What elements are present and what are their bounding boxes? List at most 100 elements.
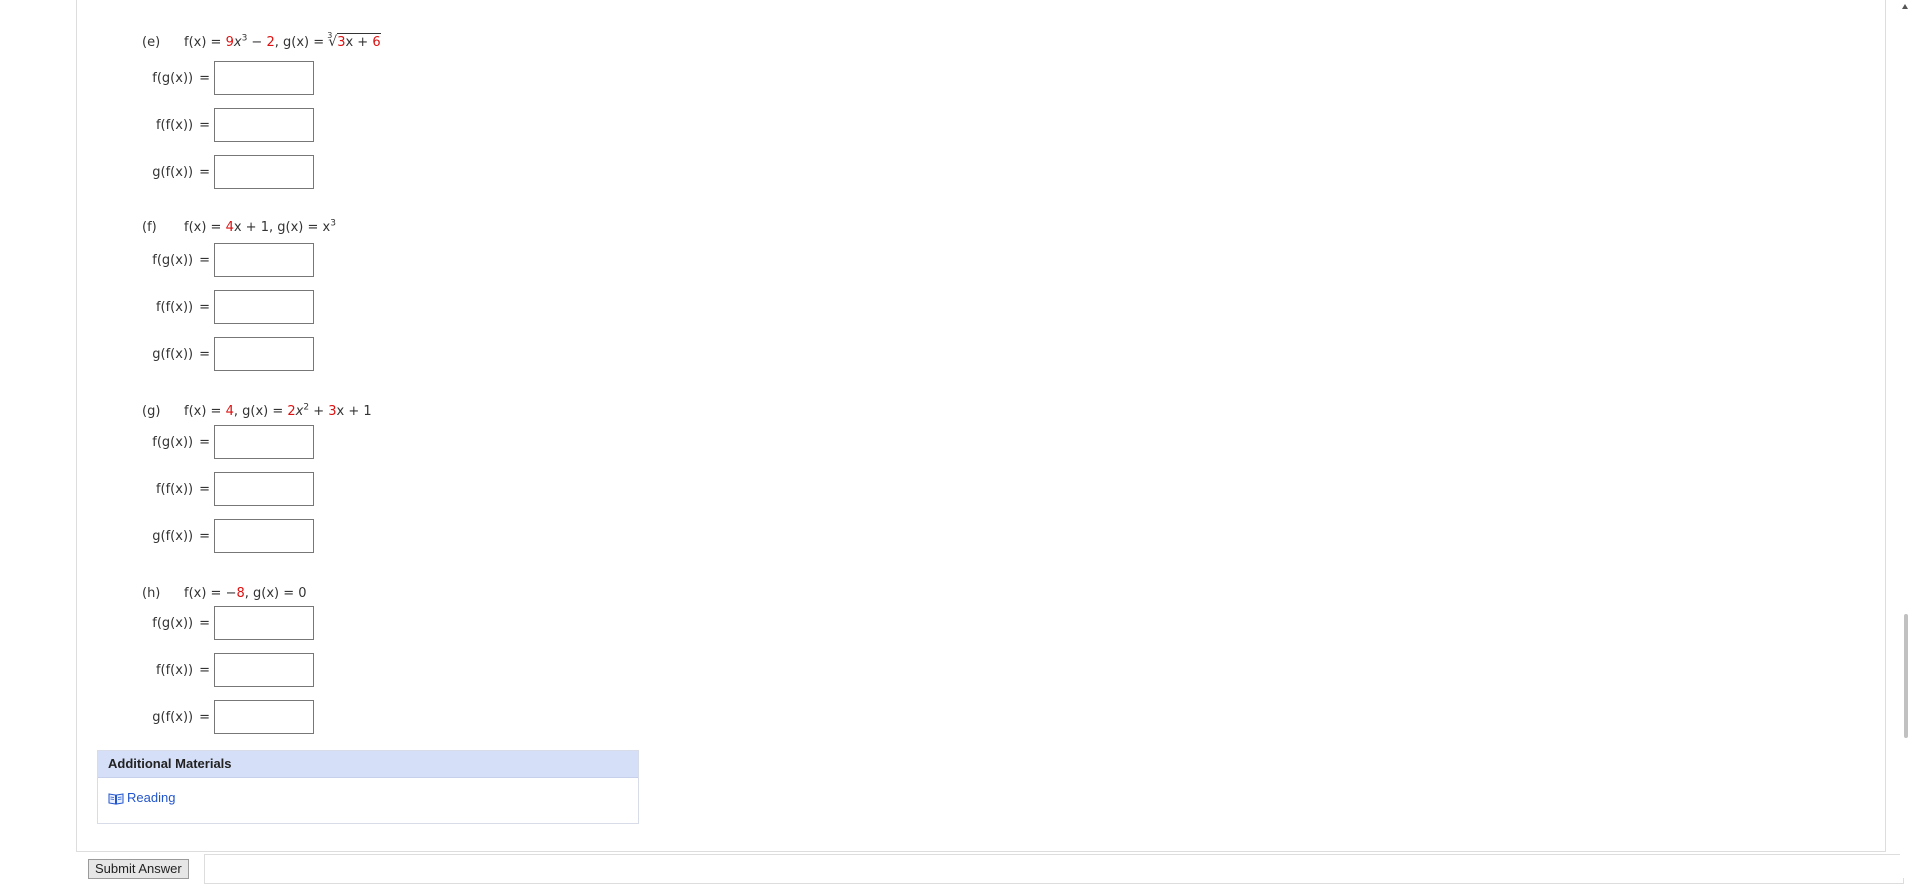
scrollbar-thumb[interactable] [1904,614,1908,738]
cube-root: 3 √3x + 6 [327,31,381,51]
answer-row-gf: g(f(x)) = [0,337,340,373]
answer-input-g-fg[interactable] [214,425,314,459]
answer-input-h-fg[interactable] [214,606,314,640]
label-text: g(f(x)) [152,529,194,544]
f-constant: 8 [236,586,245,601]
f-remainder: x + 1 [233,220,269,235]
answer-row-gf: g(f(x)) = [0,700,340,736]
answer-label: g(f(x)) = [140,347,210,362]
equals-sign: = [199,435,210,450]
equals-sign: = [199,165,210,180]
answer-label: f(g(x)) = [140,616,210,631]
part-letter: (e) [142,35,161,50]
f-definition-prefix: f(x) = [184,404,226,419]
submit-answer-button[interactable]: Submit Answer [88,859,189,879]
label-text: g(f(x)) [152,710,194,725]
equals-sign: = [199,482,210,497]
equals-sign: = [199,300,210,315]
f-coefficient: 4 [225,220,234,235]
equals-sign: = [199,71,210,86]
radicand: 3x + 6 [337,33,381,50]
answer-row-fg: f(g(x)) = [0,425,340,461]
part-letter: (g) [142,404,161,419]
part-h-header: (h) f(x) = −8, g(x) = 0 [142,586,307,602]
answer-row-ff: f(f(x)) = [0,472,340,508]
answer-label: f(g(x)) = [140,253,210,268]
g-definition-prefix: , g(x) = [233,404,288,419]
answer-input-h-gf[interactable] [214,700,314,734]
g-variable: x + [345,35,373,50]
next-question-panel [204,854,1904,884]
label-text: f(g(x)) [152,616,194,631]
g-definition-prefix: , g(x) = x [268,220,331,235]
answer-label: f(g(x)) = [140,435,210,450]
answer-input-h-ff[interactable] [214,653,314,687]
part-g-header: (g) f(x) = 4, g(x) = 2x2 + 3x + 1 [142,403,372,420]
answer-input-e-gf[interactable] [214,155,314,189]
label-text: f(f(x)) [155,300,194,315]
equals-sign: = [199,616,210,631]
answer-label: g(f(x)) = [140,165,210,180]
answer-row-fg: f(g(x)) = [0,61,340,97]
equals-sign: = [199,710,210,725]
answer-row-ff: f(f(x)) = [0,108,340,144]
part-letter: (f) [142,220,157,235]
label-text: f(f(x)) [155,482,194,497]
page-scrollbar[interactable] [1900,0,1910,878]
g-definition-prefix: , g(x) = [274,35,329,50]
answer-input-f-ff[interactable] [214,290,314,324]
part-e-header: (e) f(x) = 9x3 − 2, g(x) = 3 √3x + 6 [142,31,381,51]
answer-label: f(f(x)) = [140,663,210,678]
answer-row-fg: f(g(x)) = [0,243,340,279]
answer-label: g(f(x)) = [140,710,210,725]
label-text: f(f(x)) [155,663,194,678]
label-text: g(f(x)) [152,165,194,180]
equals-sign: = [199,663,210,678]
answer-label: f(f(x)) = [140,300,210,315]
f-definition-prefix: f(x) = [184,35,226,50]
f-constant: 2 [266,35,275,50]
equals-sign: = [199,118,210,133]
f-operator: − [247,35,267,50]
equals-sign: = [199,347,210,362]
additional-materials-title: Additional Materials [98,751,638,778]
g-definition: , g(x) = 0 [244,586,307,601]
answer-row-fg: f(g(x)) = [0,606,340,642]
equals-sign: = [199,253,210,268]
equals-sign: = [199,529,210,544]
answer-label: g(f(x)) = [140,529,210,544]
label-text: g(f(x)) [152,347,194,362]
reading-link-label: Reading [127,790,176,805]
answer-input-f-fg[interactable] [214,243,314,277]
root-index: 3 [327,31,333,40]
f-constant: 4 [225,404,234,419]
f-variable: x [233,35,242,50]
reading-link[interactable]: Reading [108,790,175,805]
question-panel [76,0,1886,852]
answer-label: f(g(x)) = [140,71,210,86]
answer-row-ff: f(f(x)) = [0,290,340,326]
answer-row-ff: f(f(x)) = [0,653,340,689]
g-operator: + [309,404,329,419]
answer-input-e-fg[interactable] [214,61,314,95]
g-coefficient-2: 3 [328,404,337,419]
g-coefficient-1: 2 [287,404,296,419]
scroll-up-arrow-icon[interactable] [1902,4,1908,9]
g-constant: 6 [372,35,381,50]
answer-input-e-ff[interactable] [214,108,314,142]
answer-label: f(f(x)) = [140,482,210,497]
book-icon [108,793,124,805]
answer-label: f(f(x)) = [140,118,210,133]
additional-materials: Additional Materials Reading [97,750,639,824]
part-f-header: (f) f(x) = 4x + 1, g(x) = x3 [142,218,336,236]
answer-input-g-gf[interactable] [214,519,314,553]
label-text: f(g(x)) [152,71,194,86]
f-coefficient: 9 [225,35,234,50]
answer-input-f-gf[interactable] [214,337,314,371]
answer-input-g-ff[interactable] [214,472,314,506]
label-text: f(f(x)) [155,118,194,133]
label-text: f(g(x)) [152,435,194,450]
g-exponent: 3 [330,218,336,229]
g-remainder: x + 1 [336,404,372,419]
f-definition-prefix: f(x) = [184,220,226,235]
